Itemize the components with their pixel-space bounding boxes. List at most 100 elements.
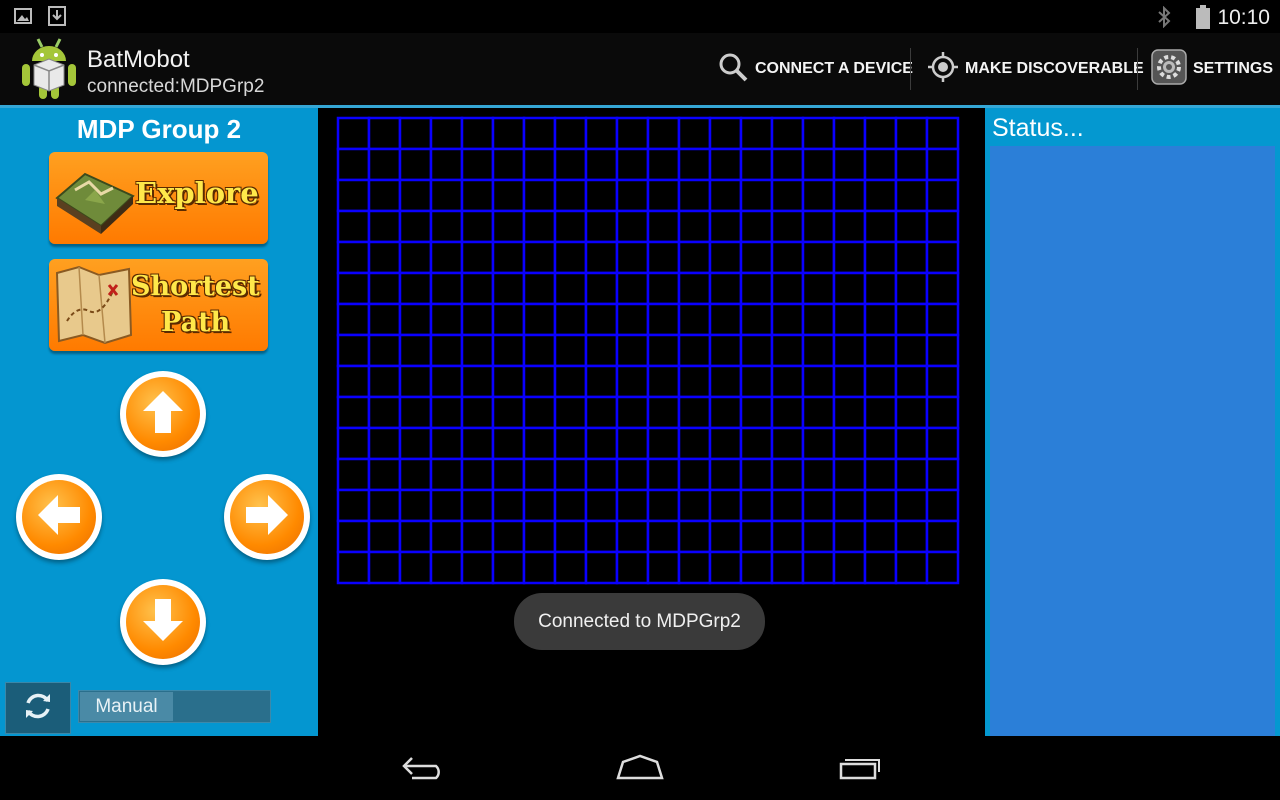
grid-cell[interactable]: [429, 209, 464, 244]
grid-cell[interactable]: [584, 178, 619, 213]
grid-cell[interactable]: [522, 178, 557, 213]
grid-cell[interactable]: [801, 457, 836, 492]
grid-cell[interactable]: [677, 426, 712, 461]
grid-cell[interactable]: [584, 147, 619, 182]
grid-cell[interactable]: [553, 395, 588, 430]
grid-cell[interactable]: [801, 395, 836, 430]
grid-cell[interactable]: [801, 426, 836, 461]
grid-cell[interactable]: [894, 426, 929, 461]
grid-cell[interactable]: [677, 240, 712, 275]
grid-cell[interactable]: [925, 519, 960, 554]
grid-cell[interactable]: [336, 519, 371, 554]
grid-cell[interactable]: [770, 519, 805, 554]
grid-cell[interactable]: [863, 395, 898, 430]
grid-cell[interactable]: [863, 240, 898, 275]
grid-cell[interactable]: [770, 240, 805, 275]
grid-cell[interactable]: [615, 550, 650, 585]
grid-cell[interactable]: [336, 240, 371, 275]
grid-cell[interactable]: [770, 116, 805, 151]
mode-toggle[interactable]: Manual: [78, 690, 271, 723]
grid-cell[interactable]: [801, 209, 836, 244]
grid-cell[interactable]: [491, 488, 526, 523]
grid-cell[interactable]: [336, 147, 371, 182]
grid-cell[interactable]: [398, 395, 433, 430]
grid-cell[interactable]: [398, 178, 433, 213]
move-left-button[interactable]: [16, 474, 102, 560]
grid-cell[interactable]: [863, 364, 898, 399]
grid-cell[interactable]: [770, 488, 805, 523]
grid-cell[interactable]: [615, 333, 650, 368]
grid-cell[interactable]: [429, 457, 464, 492]
grid-cell[interactable]: [615, 178, 650, 213]
grid-cell[interactable]: [894, 116, 929, 151]
grid-cell[interactable]: [429, 550, 464, 585]
grid-cell[interactable]: [398, 116, 433, 151]
grid-cell[interactable]: [367, 488, 402, 523]
grid-cell[interactable]: [770, 395, 805, 430]
grid-cell[interactable]: [646, 240, 681, 275]
grid-cell[interactable]: [336, 178, 371, 213]
grid-cell[interactable]: [336, 209, 371, 244]
grid-cell[interactable]: [863, 457, 898, 492]
grid-cell[interactable]: [429, 178, 464, 213]
grid-cell[interactable]: [522, 457, 557, 492]
grid-cell[interactable]: [708, 240, 743, 275]
grid-cell[interactable]: [336, 271, 371, 306]
grid-cell[interactable]: [801, 147, 836, 182]
grid-cell[interactable]: [894, 302, 929, 337]
grid-cell[interactable]: [770, 209, 805, 244]
grid-cell[interactable]: [677, 333, 712, 368]
grid-cell[interactable]: [677, 550, 712, 585]
grid-cell[interactable]: [708, 457, 743, 492]
grid-cell[interactable]: [429, 488, 464, 523]
grid-cell[interactable]: [739, 519, 774, 554]
grid-cell[interactable]: [832, 426, 867, 461]
grid-cell[interactable]: [863, 519, 898, 554]
grid-cell[interactable]: [863, 209, 898, 244]
grid-cell[interactable]: [491, 178, 526, 213]
grid-cell[interactable]: [522, 488, 557, 523]
grid-cell[interactable]: [398, 147, 433, 182]
grid-cell[interactable]: [367, 147, 402, 182]
grid-cell[interactable]: [367, 302, 402, 337]
grid-cell[interactable]: [553, 488, 588, 523]
grid-cell[interactable]: [801, 240, 836, 275]
grid-cell[interactable]: [553, 271, 588, 306]
grid-cell[interactable]: [460, 519, 495, 554]
grid-cell[interactable]: [708, 302, 743, 337]
grid-cell[interactable]: [646, 178, 681, 213]
grid-cell[interactable]: [832, 550, 867, 585]
grid-cell[interactable]: [336, 116, 371, 151]
grid-cell[interactable]: [801, 333, 836, 368]
grid-cell[interactable]: [863, 426, 898, 461]
grid-cell[interactable]: [336, 457, 371, 492]
grid-cell[interactable]: [522, 333, 557, 368]
grid-cell[interactable]: [925, 333, 960, 368]
grid-cell[interactable]: [894, 519, 929, 554]
grid-cell[interactable]: [522, 147, 557, 182]
grid-cell[interactable]: [367, 271, 402, 306]
grid-cell[interactable]: [925, 426, 960, 461]
grid-cell[interactable]: [584, 550, 619, 585]
grid-cell[interactable]: [646, 488, 681, 523]
grid-cell[interactable]: [615, 426, 650, 461]
grid-cell[interactable]: [615, 488, 650, 523]
grid-cell[interactable]: [491, 209, 526, 244]
grid-cell[interactable]: [925, 240, 960, 275]
settings-button[interactable]: SETTINGS: [1151, 33, 1273, 105]
grid-cell[interactable]: [894, 271, 929, 306]
grid-cell[interactable]: [739, 364, 774, 399]
grid-cell[interactable]: [398, 333, 433, 368]
grid-cell[interactable]: [646, 333, 681, 368]
grid-cell[interactable]: [894, 209, 929, 244]
grid-cell[interactable]: [646, 116, 681, 151]
grid-cell[interactable]: [367, 240, 402, 275]
grid-cell[interactable]: [615, 147, 650, 182]
grid-cell[interactable]: [398, 364, 433, 399]
grid-cell[interactable]: [925, 488, 960, 523]
grid-cell[interactable]: [646, 457, 681, 492]
grid-cell[interactable]: [460, 488, 495, 523]
grid-cell[interactable]: [832, 364, 867, 399]
grid-cell[interactable]: [491, 147, 526, 182]
grid-cell[interactable]: [646, 271, 681, 306]
